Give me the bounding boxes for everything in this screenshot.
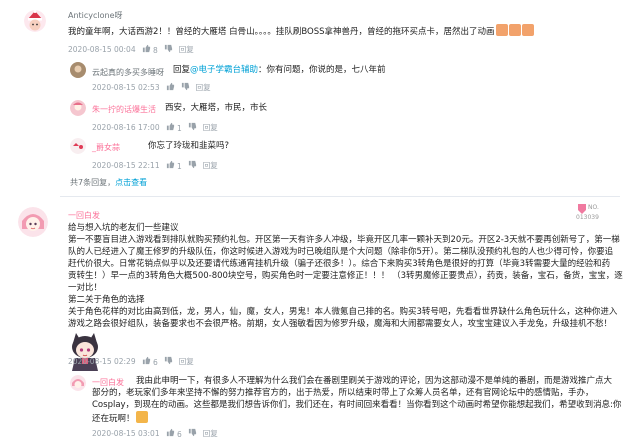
reply-line: 我由此申明一下，有很多人不理解为什么我们会在番剧里刷关于游戏的评论，因为这部动漫… (136, 376, 613, 386)
avatar-image (70, 62, 86, 78)
reply-time: 2020-08-15 22:11 (92, 161, 160, 170)
reply-line: Cosplay，到现在的动画。这些都是我们想告诉你们，我们还在，有时间回来看看！… (92, 400, 622, 410)
reply-username[interactable]: 云起真的多买多睡呀 (92, 67, 164, 78)
reply-prefix: 回复 (173, 65, 191, 75)
comment-line: 关于角色花样的对比由高到低，龙，男人，仙，魔，女人，男鬼！本人微氪自己排的名。购… (68, 307, 618, 317)
comment-line: 给与想入坑的老友们一些建议 (68, 223, 179, 233)
like-count: 1 (176, 162, 182, 171)
reply-line: 部分的，老玩家们多年来坚持不懈的努力推荐官方的，出于热爱，所以结束时带上了众筹人… (92, 388, 594, 398)
thumbs-down-icon (181, 82, 189, 91)
dislike-button[interactable] (188, 160, 197, 171)
thumbs-up-icon (166, 82, 174, 91)
reply-button[interactable]: 回复 (203, 160, 218, 171)
thumbs-up-icon (166, 428, 174, 437)
comment-time: 2020-08-15 00:04 (68, 45, 136, 54)
reply-text: 回复@电子学霸台辅助：你有问题，你说的是，七八年前 (173, 64, 386, 76)
avatar[interactable] (70, 138, 86, 154)
like-count: 8 (152, 46, 158, 55)
reply-text: 西安，大雁塔，市民，市长 (165, 103, 268, 113)
reply-username[interactable]: 朱一拧的话爆生活 (92, 104, 156, 115)
like-button[interactable]: 8 (142, 44, 158, 55)
more-replies: 共7条回复，点击查看 (70, 177, 147, 189)
reply-button[interactable]: 回复 (179, 356, 194, 367)
reply-time: 2020-08-15 03:01 (92, 429, 160, 438)
comment-line: 队的人已经进入了魔王修罗的升级队伍，你这时候进入游戏为时已晚组队是个大问题（除非… (68, 247, 614, 257)
emote-icon (135, 411, 148, 423)
like-button[interactable]: 1 (166, 160, 182, 171)
more-replies-count: 共7条回复， (70, 178, 116, 187)
avatar-image (18, 207, 48, 237)
like-count: 6 (152, 358, 158, 367)
emote-icon (495, 24, 508, 36)
reply-body: ：你有问题，你说的是，七八年前 (258, 65, 386, 75)
emote-icon (521, 24, 534, 36)
thumbs-down-icon (164, 44, 172, 53)
thumbs-up-icon (166, 160, 174, 169)
reply-line-last: 还在玩啊！ (92, 411, 148, 425)
avatar[interactable] (24, 10, 46, 32)
avatar-image (24, 10, 46, 32)
reply-button[interactable]: 回复 (196, 82, 211, 93)
avatar[interactable] (70, 100, 86, 116)
like-button[interactable]: 6 (166, 428, 182, 439)
comment-line: 第一不要盲目进入游戏看到排队就购买预约礼包。开区第一天有许多人冲级，毕竟开区几率… (68, 235, 620, 245)
thumbs-up-icon (142, 356, 150, 365)
dislike-button[interactable] (164, 356, 173, 367)
reply-text: 还在玩啊！ (92, 414, 135, 424)
reply-meta: 2020-08-15 03:01 6 回复 (92, 428, 218, 439)
divider (60, 196, 620, 197)
badge-label: NO. (588, 204, 599, 211)
reply-text: 你忘了玲珑和韭菜吗? (148, 141, 230, 151)
comment-meta: 2020-08-15 00:04 8 回复 (68, 44, 194, 55)
avatar[interactable] (70, 62, 86, 78)
comment-username[interactable]: 一回白发 (68, 210, 100, 221)
like-button[interactable]: 1 (166, 122, 182, 133)
comment-line: 游戏之路会很好组队，装备要求也不会很严格。前期，女人强敏看因为修罗升级，魔海和大… (68, 319, 613, 329)
avatar[interactable] (18, 207, 48, 237)
comment-text: 我的童年啊，大话西游2！！曾经的大雁塔 白骨山。。。。挂队刷BOSS拿神兽丹，曾… (68, 24, 534, 38)
avatar-image (70, 100, 86, 116)
reply-button[interactable]: 回复 (203, 122, 218, 133)
reply-button[interactable]: 回复 (179, 44, 194, 55)
reply-meta: 2020-08-15 02:53 回复 (92, 82, 211, 93)
comment-text-body: 我的童年啊，大话西游2！！曾经的大雁塔 白骨山。。。。挂队刷BOSS拿神兽丹，曾… (68, 27, 495, 37)
emote-icon (508, 24, 521, 36)
reply-button[interactable]: 回复 (203, 428, 218, 439)
mention-link[interactable]: @电子学霸台辅助 (190, 65, 258, 75)
thumbs-up-icon (166, 122, 174, 131)
comment-line: 贡转生！）早一点的3转角色大概500-800块空号，购买角色时一定要注意修正！！… (68, 271, 623, 281)
thumbs-down-icon (188, 122, 196, 131)
like-button[interactable]: 6 (142, 356, 158, 367)
comment-line: 一对比！ (68, 283, 103, 293)
dislike-button[interactable] (181, 82, 190, 93)
thumbs-up-icon (142, 44, 150, 53)
comment-meta: 2020-08-15 02:29 6 回复 (68, 356, 194, 367)
badge-number: 013039 (576, 214, 599, 221)
avatar-image (70, 375, 86, 391)
reply-time: 2020-08-16 17:00 (92, 123, 160, 132)
comment-username[interactable]: Anticyclone呀 (68, 10, 123, 21)
like-count: 6 (176, 430, 182, 439)
dislike-button[interactable] (188, 428, 197, 439)
like-button[interactable] (166, 82, 175, 93)
fan-badge: NO. 013039 (574, 203, 604, 225)
comment-time: 2020-08-15 02:29 (68, 357, 136, 366)
thumbs-down-icon (164, 356, 172, 365)
reply-meta: 2020-08-15 22:11 1 回复 (92, 160, 218, 171)
comment-line: 第二关于角色的选择 (68, 295, 145, 305)
dislike-button[interactable] (164, 44, 173, 55)
view-more-replies-link[interactable]: 点击查看 (115, 178, 147, 187)
avatar-image (70, 138, 86, 154)
thumbs-down-icon (188, 160, 196, 169)
like-count: 1 (176, 124, 182, 133)
comment-line: 赶代价很大。日常花销点似乎以及还要请代练通宵挂机升级（骗子还很多！）。综合下来购… (68, 259, 611, 269)
reply-time: 2020-08-15 02:53 (92, 83, 160, 92)
avatar[interactable] (70, 375, 86, 391)
thumbs-down-icon (188, 428, 196, 437)
reply-meta: 2020-08-16 17:00 1 回复 (92, 122, 218, 133)
dislike-button[interactable] (188, 122, 197, 133)
reply-username[interactable]: _爵女蒜 (92, 142, 120, 153)
